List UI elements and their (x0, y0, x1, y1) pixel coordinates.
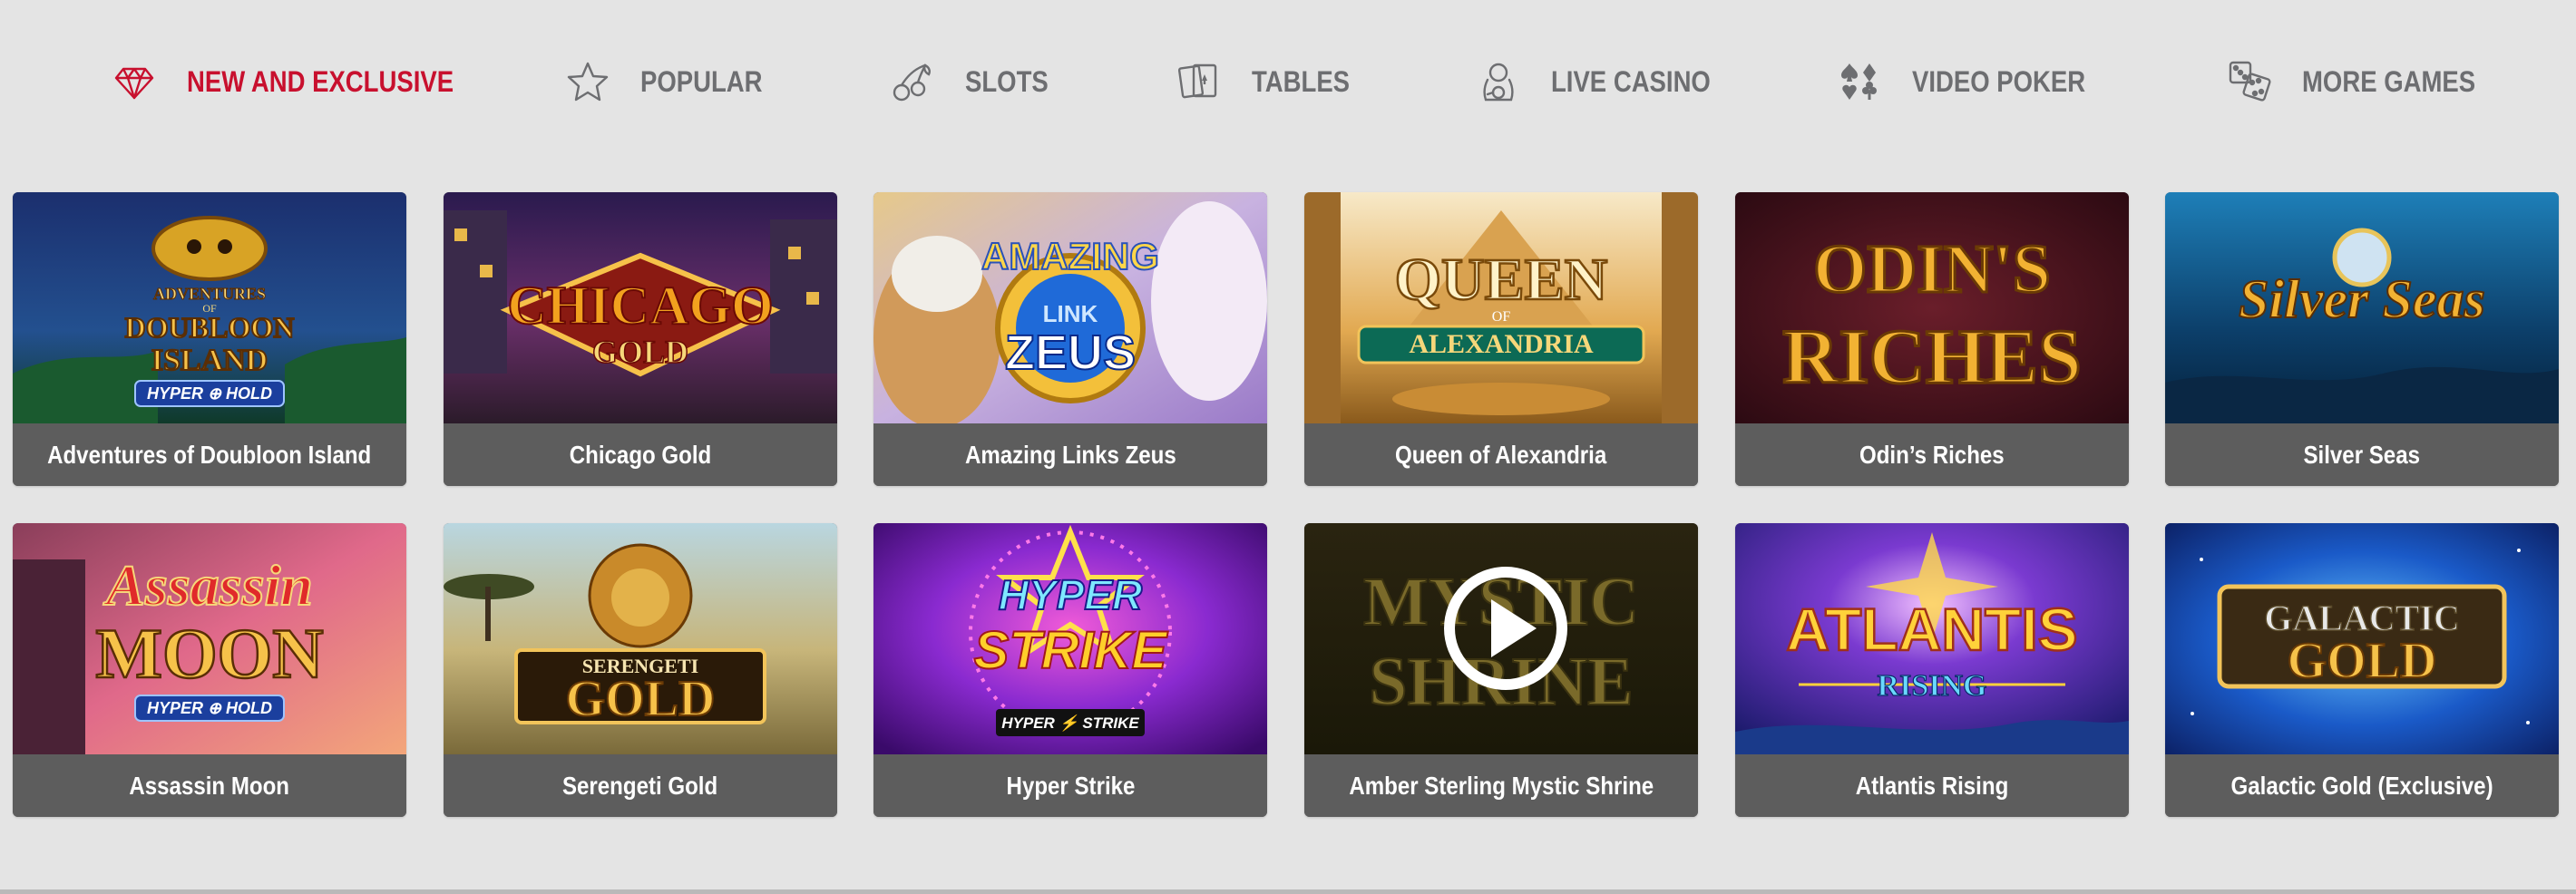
svg-text:CHICAGO: CHICAGO (507, 276, 773, 335)
game-title: Atlantis Rising (1855, 771, 2009, 800)
nav-label: POPULAR (640, 64, 763, 98)
nav-item-tables[interactable]: TABLES (1174, 56, 1366, 107)
nav-label: NEW AND EXCLUSIVE (187, 64, 454, 98)
live-dealer-icon (1473, 56, 1524, 107)
svg-text:Assassin: Assassin (102, 553, 313, 617)
cherries-icon (887, 56, 938, 107)
game-title: Galactic Gold (Exclusive) (2230, 771, 2493, 800)
svg-text:Silver Seas: Silver Seas (2239, 269, 2485, 329)
svg-text:AMAZING: AMAZING (981, 235, 1159, 277)
game-title: Odin’s Riches (1859, 440, 2005, 469)
game-title-bar: Adventures of Doubloon Island (13, 423, 406, 486)
nav-item-more-games[interactable]: MORE GAMES (2224, 56, 2503, 107)
dice-icon (2224, 56, 2275, 107)
game-title-bar: Queen of Alexandria (1304, 423, 1698, 486)
svg-text:QUEEN: QUEEN (1395, 247, 1608, 313)
game-tile-silver-seas[interactable]: Silver Seas Silver Seas (2165, 192, 2559, 486)
game-thumbnail: Assassin MOON HYPER ⊕ HOLD (13, 523, 406, 754)
nav-item-slots[interactable]: SLOTS (887, 56, 1062, 107)
svg-text:ODIN'S: ODIN'S (1813, 231, 2051, 307)
game-tile-amber-sterling-mystic-shrine[interactable]: MYSTIC SHRINE Amber Sterling Mystic Shri… (1304, 523, 1698, 817)
game-tile-assassin-moon[interactable]: Assassin MOON HYPER ⊕ HOLD Assassin Moon (13, 523, 406, 817)
svg-text:DOUBLOON: DOUBLOON (125, 311, 295, 344)
game-tile-hyper-strike[interactable]: HYPER STRIKE HYPER ⚡ STRIKE Hyper Strike (873, 523, 1267, 817)
play-icon[interactable] (1442, 565, 1569, 692)
nav-item-popular[interactable]: POPULAR (562, 56, 782, 107)
nav-item-new-and-exclusive[interactable]: NEW AND EXCLUSIVE (109, 56, 497, 107)
nav-item-video-poker[interactable]: VIDEO POKER (1834, 56, 2113, 107)
svg-text:LINK: LINK (1043, 300, 1098, 327)
nav-label: TABLES (1252, 64, 1351, 98)
svg-text:MOON: MOON (95, 614, 323, 693)
game-title-bar: Serengeti Gold (444, 754, 837, 817)
nav-label: SLOTS (965, 64, 1049, 98)
svg-text:ZEUS: ZEUS (1005, 326, 1136, 380)
game-title-bar: Amazing Links Zeus (873, 423, 1267, 486)
game-tile-galactic-gold[interactable]: GALACTIC GOLD Galactic Gold (Exclusive) (2165, 523, 2559, 817)
svg-text:HYPER: HYPER (999, 571, 1142, 618)
nav-label: VIDEO POKER (1912, 64, 2086, 98)
game-title: Queen of Alexandria (1395, 440, 1607, 469)
svg-text:RICHES: RICHES (1782, 313, 2082, 400)
game-thumbnail: SERENGETI GOLD (444, 523, 837, 754)
game-thumbnail: AMAZING LINK ZEUS (873, 192, 1267, 423)
svg-text:ATLANTIS: ATLANTIS (1786, 596, 2077, 663)
game-title: Amazing Links Zeus (964, 440, 1176, 469)
game-thumbnail: Silver Seas (2165, 192, 2559, 423)
game-title: Serengeti Gold (562, 771, 718, 800)
game-title-bar: Amber Sterling Mystic Shrine (1304, 754, 1698, 817)
star-icon (562, 56, 613, 107)
nav-item-live-casino[interactable]: LIVE CASINO (1473, 56, 1736, 107)
game-tile-odins-riches[interactable]: ODIN'S RICHES Odin’s Riches (1735, 192, 2129, 486)
game-thumbnail: MYSTIC SHRINE (1304, 523, 1698, 754)
svg-text:STRIKE: STRIKE (974, 621, 1169, 680)
game-title: Hyper Strike (1006, 771, 1135, 800)
game-thumbnail: ATLANTIS RISING (1735, 523, 2129, 754)
svg-text:ADVENTURES: ADVENTURES (153, 285, 266, 303)
game-thumbnail: QUEEN OF ALEXANDRIA (1304, 192, 1698, 423)
svg-text:GOLD: GOLD (566, 671, 716, 727)
card-suits-icon (1834, 56, 1885, 107)
diamond-icon (109, 56, 160, 107)
game-title: Amber Sterling Mystic Shrine (1349, 771, 1654, 800)
svg-text:HYPER ⚡ STRIKE: HYPER ⚡ STRIKE (1001, 714, 1139, 733)
svg-text:GOLD: GOLD (592, 334, 688, 370)
game-title-bar: Atlantis Rising (1735, 754, 2129, 817)
game-tile-chicago-gold[interactable]: CHICAGO GOLD Chicago Gold (444, 192, 837, 486)
game-tile-amazing-links-zeus[interactable]: AMAZING LINK ZEUS Amazing Links Zeus (873, 192, 1267, 486)
game-title-bar: Assassin Moon (13, 754, 406, 817)
game-thumbnail: HYPER STRIKE HYPER ⚡ STRIKE (873, 523, 1267, 754)
game-title-bar: Chicago Gold (444, 423, 837, 486)
game-title: Silver Seas (2303, 440, 2421, 469)
svg-text:ISLAND: ISLAND (151, 344, 268, 377)
category-nav: NEW AND EXCLUSIVE POPULAR SLOTS TABLES L… (0, 0, 2576, 163)
game-tile-serengeti-gold[interactable]: SERENGETI GOLD Serengeti Gold (444, 523, 837, 817)
svg-text:HYPER ⊕ HOLD: HYPER ⊕ HOLD (147, 699, 272, 717)
bottom-divider (0, 889, 2576, 894)
nav-label: LIVE CASINO (1551, 64, 1711, 98)
game-thumbnail: ODIN'S RICHES (1735, 192, 2129, 423)
game-tile-atlantis-rising[interactable]: ATLANTIS RISING Atlantis Rising (1735, 523, 2129, 817)
game-thumbnail: CHICAGO GOLD (444, 192, 837, 423)
svg-text:ALEXANDRIA: ALEXANDRIA (1409, 329, 1594, 359)
game-tile-adventures-of-doubloon-island[interactable]: ADVENTURES OF DOUBLOON ISLAND HYPER ⊕ HO… (13, 192, 406, 486)
game-title-bar: Galactic Gold (Exclusive) (2165, 754, 2559, 817)
game-title-bar: Hyper Strike (873, 754, 1267, 817)
game-thumbnail: ADVENTURES OF DOUBLOON ISLAND HYPER ⊕ HO… (13, 192, 406, 423)
game-grid: ADVENTURES OF DOUBLOON ISLAND HYPER ⊕ HO… (13, 192, 2563, 818)
game-title: Assassin Moon (129, 771, 290, 800)
svg-text:GOLD: GOLD (2288, 633, 2437, 689)
game-title: Chicago Gold (569, 440, 712, 469)
svg-text:OF: OF (1492, 309, 1511, 325)
svg-text:HYPER ⊕ HOLD: HYPER ⊕ HOLD (147, 384, 272, 403)
game-tile-queen-of-alexandria[interactable]: QUEEN OF ALEXANDRIA Queen of Alexandria (1304, 192, 1698, 486)
game-thumbnail: GALACTIC GOLD (2165, 523, 2559, 754)
game-title: Adventures of Doubloon Island (47, 440, 372, 469)
nav-label: MORE GAMES (2302, 64, 2476, 98)
playing-cards-icon (1174, 56, 1225, 107)
svg-text:RISING: RISING (1878, 669, 1987, 703)
game-title-bar: Odin’s Riches (1735, 423, 2129, 486)
game-title-bar: Silver Seas (2165, 423, 2559, 486)
